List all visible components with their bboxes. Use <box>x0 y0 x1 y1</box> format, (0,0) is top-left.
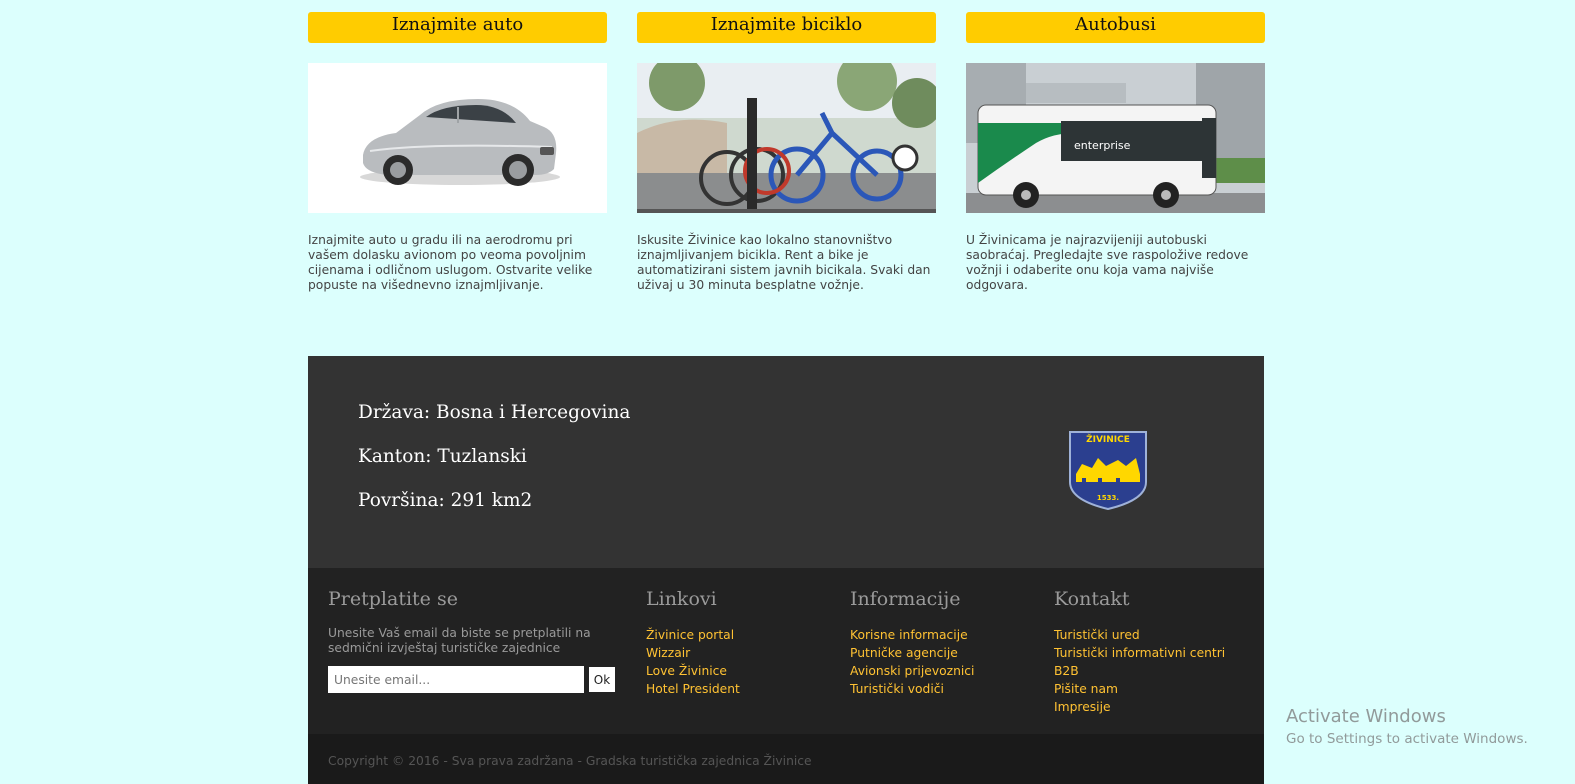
contact-title: Kontakt <box>1054 588 1130 610</box>
footer-link[interactable]: Wizzair <box>646 644 740 662</box>
footer-link[interactable]: B2B <box>1054 662 1225 680</box>
links-column: Linkovi Živinice portal Wizzair Love Živ… <box>646 586 740 698</box>
car-image <box>308 63 607 213</box>
svg-text:enterprise: enterprise <box>1074 139 1131 152</box>
crest-year: 1533. <box>1097 494 1119 502</box>
footer-link[interactable]: Korisne informacije <box>850 626 974 644</box>
subscribe-ok-button[interactable]: Ok <box>589 667 615 692</box>
services-section: Iznajmite auto Iznajmite auto u gradu il… <box>308 12 1265 293</box>
service-description: Iznajmite auto u gradu ili na aerodromu … <box>308 233 593 292</box>
information-title: Informacije <box>850 588 961 610</box>
service-description: Iskusite Živinice kao lokalno stanovništ… <box>637 233 931 292</box>
footer-link[interactable]: Hotel President <box>646 680 740 698</box>
service-title[interactable]: Iznajmite biciklo <box>637 12 936 43</box>
bus-image: enterprise <box>966 63 1265 213</box>
information-column: Informacije Korisne informacije Putničke… <box>850 586 974 698</box>
service-title[interactable]: Autobusi <box>966 12 1265 43</box>
email-input[interactable] <box>328 666 584 693</box>
windows-activation-watermark: Activate Windows Go to Settings to activ… <box>1286 705 1528 749</box>
bicycle-image <box>637 63 936 213</box>
watermark-title: Activate Windows <box>1286 706 1446 727</box>
footer-link[interactable]: Avionski prijevoznici <box>850 662 974 680</box>
subscribe-text: Unesite Vaš email da biste se pretplatil… <box>328 626 591 655</box>
service-bus: Autobusi enterprise U Živinicama je najr… <box>966 12 1265 293</box>
area-text: Površina: 291 km2 <box>358 490 533 511</box>
footer-link[interactable]: Putničke agencije <box>850 644 974 662</box>
watermark-subtitle: Go to Settings to activate Windows. <box>1286 731 1528 747</box>
country-text: Država: Bosna i Hercegovina <box>358 402 631 423</box>
service-title[interactable]: Iznajmite auto <box>308 12 607 43</box>
canton-text: Kanton: Tuzlanski <box>358 446 527 467</box>
footer-link[interactable]: Turistički ured <box>1054 626 1225 644</box>
city-info-panel: Država: Bosna i Hercegovina Kanton: Tuzl… <box>308 356 1264 568</box>
copyright-text: Copyright © 2016 - Sva prava zadržana - … <box>328 754 812 768</box>
crest-label: ŽIVINICE <box>1086 433 1130 445</box>
subscribe-column: Pretplatite se Unesite Vaš email da bist… <box>328 586 615 693</box>
copyright-bar: Copyright © 2016 - Sva prava zadržana - … <box>308 734 1264 784</box>
footer-link[interactable]: Love Živinice <box>646 662 740 680</box>
footer-link[interactable]: Pišite nam <box>1054 680 1225 698</box>
service-car: Iznajmite auto Iznajmite auto u gradu il… <box>308 12 607 293</box>
service-bicycle: Iznajmite biciklo Iskusite Živinice kao … <box>637 12 936 293</box>
city-crest-logo: ŽIVINICE 1533. <box>1068 430 1148 511</box>
footer-link[interactable]: Turistički informativni centri <box>1054 644 1225 662</box>
footer-link[interactable]: Živinice portal <box>646 626 740 644</box>
links-title: Linkovi <box>646 588 717 610</box>
subscribe-title: Pretplatite se <box>328 588 458 610</box>
contact-column: Kontakt Turistički ured Turistički infor… <box>1054 586 1225 716</box>
footer: Pretplatite se Unesite Vaš email da bist… <box>308 568 1264 734</box>
footer-link[interactable]: Turistički vodiči <box>850 680 974 698</box>
subscribe-form: Ok <box>328 666 615 693</box>
service-description: U Živinicama je najrazvijeniji autobuski… <box>966 233 1249 292</box>
footer-link[interactable]: Impresije <box>1054 698 1225 716</box>
